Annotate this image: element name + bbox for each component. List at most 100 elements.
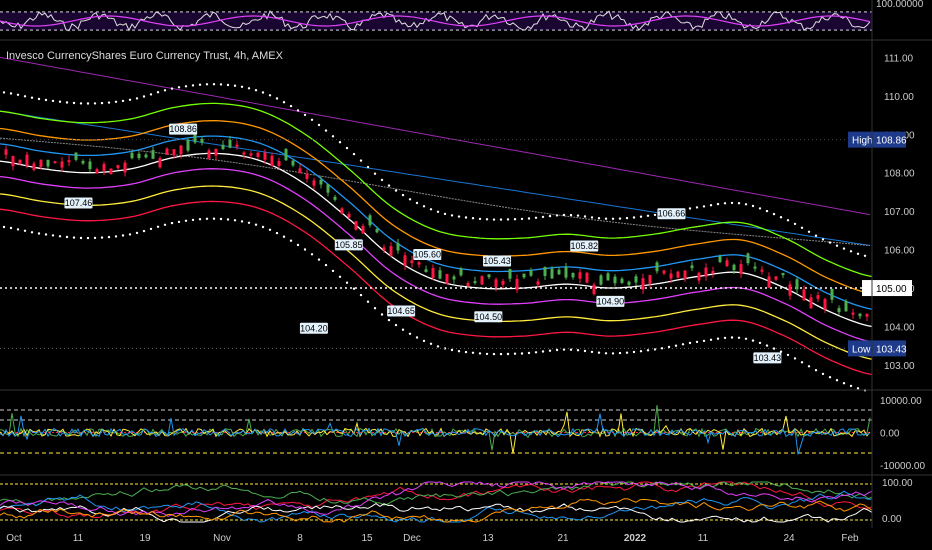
outer-band-dot-0 bbox=[828, 376, 832, 379]
candle-body bbox=[319, 179, 323, 185]
price-panel[interactable]: 108.86 107.46 104.20 105.85 105.60 104.65 105.… bbox=[0, 56, 873, 392]
outer-band-dot-0 bbox=[702, 339, 706, 343]
outer-band-dot-1 bbox=[842, 247, 846, 250]
outer-band-dot-1 bbox=[548, 214, 552, 218]
outer-band-dot-1 bbox=[163, 89, 167, 92]
outer-band-dot-0 bbox=[821, 372, 825, 376]
candle-body bbox=[340, 208, 344, 214]
outer-band-dot-1 bbox=[275, 97, 279, 100]
candle-body bbox=[585, 272, 589, 283]
outer-band-dot-0 bbox=[695, 340, 699, 344]
candle-body bbox=[753, 266, 757, 269]
time-axis-label: 11 bbox=[73, 533, 84, 544]
outer-band-dot-0 bbox=[674, 344, 678, 347]
outer-band-dot-1 bbox=[744, 203, 748, 206]
outer-band-dot-1 bbox=[44, 98, 48, 102]
outer-band-dot-0 bbox=[289, 239, 293, 242]
outer-band-dot-1 bbox=[135, 97, 139, 100]
outer-band-dot-1 bbox=[534, 216, 538, 219]
candle-body bbox=[305, 173, 309, 179]
candle-body bbox=[662, 270, 666, 274]
outer-band-dot-0 bbox=[583, 349, 587, 353]
outer-band-dot-1 bbox=[450, 214, 454, 217]
outer-band-dot-1 bbox=[345, 146, 349, 150]
candle-body bbox=[851, 312, 855, 315]
outer-band-dot-0 bbox=[471, 351, 475, 354]
outer-band-dot-1 bbox=[380, 178, 384, 182]
outer-band-dot-1 bbox=[324, 129, 328, 132]
price-annotation-label: 105.43 bbox=[483, 256, 511, 266]
candle-body bbox=[536, 281, 540, 285]
candle-body bbox=[788, 284, 792, 296]
outer-band-dot-0 bbox=[436, 345, 440, 348]
outer-band-dot-1 bbox=[338, 141, 342, 144]
candle-body bbox=[865, 314, 869, 317]
outer-band-dot-0 bbox=[513, 352, 517, 355]
outer-band-dot-1 bbox=[72, 101, 76, 105]
outer-band-dot-1 bbox=[156, 91, 160, 94]
outer-band-dot-1 bbox=[107, 101, 111, 104]
outer-band-dot-1 bbox=[464, 216, 468, 219]
outer-band-dot-0 bbox=[646, 349, 650, 352]
outer-band-dot-0 bbox=[835, 379, 839, 382]
candle-body bbox=[102, 164, 106, 171]
outer-band-dot-1 bbox=[268, 94, 272, 97]
candle-body bbox=[298, 168, 302, 174]
outer-band-dot-0 bbox=[464, 350, 468, 354]
time-axis-label: 2022 bbox=[624, 533, 647, 544]
chart-title: Invesco CurrencyShares Euro Currency Tru… bbox=[6, 50, 283, 62]
outer-band-dot-1 bbox=[604, 217, 608, 220]
outer-band-dot-1 bbox=[457, 215, 461, 218]
outer-band-dot-1 bbox=[632, 216, 636, 219]
outer-band-dot-0 bbox=[527, 351, 531, 355]
outer-band-dot-1 bbox=[16, 93, 20, 97]
outer-band-dot-1 bbox=[709, 204, 713, 207]
candle-body bbox=[676, 271, 680, 278]
candle-body bbox=[109, 168, 113, 175]
outer-band-dot-0 bbox=[233, 219, 237, 222]
price-axis-tick: 104.00 bbox=[884, 323, 915, 334]
outer-band-dot-0 bbox=[807, 365, 811, 368]
outer-band-dot-0 bbox=[429, 342, 433, 345]
outer-band-dot-1 bbox=[807, 230, 811, 233]
candle-body bbox=[767, 276, 771, 288]
outer-band-dot-0 bbox=[611, 352, 615, 355]
outer-band-dot-0 bbox=[667, 345, 671, 349]
candle-body bbox=[165, 148, 169, 155]
outer-band-dot-0 bbox=[128, 233, 132, 236]
outer-band-dot-0 bbox=[681, 343, 685, 346]
time-axis-label: 13 bbox=[482, 533, 494, 544]
outer-band-dot-1 bbox=[401, 193, 405, 197]
outer-band-dot-0 bbox=[765, 344, 769, 347]
candle-body bbox=[25, 154, 29, 166]
price-annotation-label: 104.20 bbox=[300, 323, 328, 333]
candle-body bbox=[648, 275, 652, 284]
outer-band-dot-0 bbox=[352, 287, 356, 290]
candle-body bbox=[172, 149, 176, 156]
outer-band-dot-1 bbox=[779, 216, 783, 219]
candle-body bbox=[326, 184, 330, 193]
candle-body bbox=[802, 289, 806, 301]
outer-band-dot-1 bbox=[254, 89, 258, 92]
outer-band-dot-1 bbox=[65, 101, 69, 104]
outer-band-dot-1 bbox=[296, 109, 300, 112]
outer-band-dot-1 bbox=[436, 210, 440, 213]
outer-band-dot-1 bbox=[30, 96, 34, 99]
outer-band-dot-1 bbox=[506, 218, 510, 221]
outer-band-dot-1 bbox=[142, 95, 146, 98]
outer-band-dot-0 bbox=[394, 323, 398, 327]
low-tag-label: Low bbox=[852, 344, 871, 355]
outer-band-dot-0 bbox=[184, 219, 188, 222]
high-tag-label: High bbox=[852, 136, 873, 147]
outer-band-dot-1 bbox=[639, 215, 643, 218]
candle-body bbox=[354, 221, 358, 230]
outer-band-dot-0 bbox=[380, 313, 384, 316]
outer-band-dot-1 bbox=[114, 100, 118, 104]
oscillator-panel: 10000.00 0.00 -10000.00 bbox=[0, 396, 925, 472]
candle-body bbox=[130, 152, 134, 159]
outer-band-dot-0 bbox=[310, 253, 314, 256]
outer-band-dot-1 bbox=[856, 252, 860, 255]
outer-band-dot-1 bbox=[590, 216, 594, 219]
outer-band-dot-1 bbox=[331, 135, 335, 138]
outer-band-dot-0 bbox=[37, 232, 41, 235]
